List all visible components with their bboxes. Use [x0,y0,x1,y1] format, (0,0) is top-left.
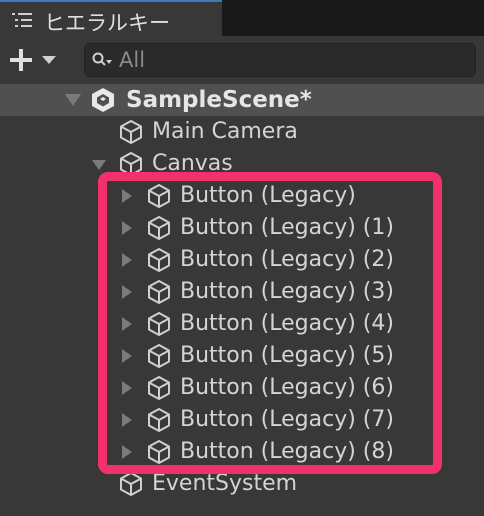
gameobject-cube-icon [148,184,170,208]
tree-item-label: Main Camera [152,119,298,144]
tree-item-button[interactable]: Button (Legacy) (6) [0,372,484,404]
tree-item-button[interactable]: Button (Legacy) (4) [0,308,484,340]
collapsed-arrow-icon[interactable] [120,445,134,459]
collapsed-arrow-icon[interactable] [120,381,134,395]
tree-item-button[interactable]: Button (Legacy) (7) [0,404,484,436]
gameobject-cube-icon [148,312,170,336]
tree-item-main-camera[interactable]: Main Camera [0,116,484,148]
collapsed-arrow-icon[interactable] [120,349,134,363]
tree-item-label: Canvas [152,151,233,176]
tree-item-event-system[interactable]: EventSystem [0,468,484,500]
tree-item-button[interactable]: Button (Legacy) (3) [0,276,484,308]
tree-item-label: Button (Legacy) [180,183,356,208]
hierarchy-toolbar [0,36,484,84]
tree-item-label: Button (Legacy) (6) [180,375,394,400]
gameobject-cube-icon [120,472,142,496]
search-input[interactable] [119,46,459,74]
gameobject-cube-icon [148,248,170,272]
gameobject-cube-icon [120,120,142,144]
tree-item-button[interactable]: Button (Legacy) (1) [0,212,484,244]
hierarchy-tree: SampleScene* Main Camera Canvas Button (… [0,84,484,516]
collapsed-arrow-icon[interactable] [120,317,134,331]
gameobject-cube-icon [120,152,142,176]
tree-item-label: Button (Legacy) (5) [180,343,394,368]
scene-row[interactable]: SampleScene* [0,84,484,116]
plus-dropdown-icon [10,49,56,71]
gameobject-cube-icon [148,440,170,464]
tree-item-button[interactable]: Button (Legacy) (5) [0,340,484,372]
scene-name: SampleScene* [126,87,312,113]
collapsed-arrow-icon[interactable] [120,285,134,299]
tree-item-label: Button (Legacy) (3) [180,279,394,304]
tab-title: ヒエラルキー [44,11,170,35]
tree-item-label: EventSystem [152,471,298,496]
tree-item-button[interactable]: Button (Legacy) (2) [0,244,484,276]
collapsed-arrow-icon[interactable] [120,253,134,267]
hierarchy-list-icon [12,13,32,27]
gameobject-cube-icon [148,408,170,432]
gameobject-cube-icon [148,280,170,304]
collapsed-arrow-icon[interactable] [120,413,134,427]
tab-bar: ヒエラルキー [0,0,484,36]
tree-item-label: Button (Legacy) (1) [180,215,394,240]
tree-item-canvas[interactable]: Canvas [0,148,484,180]
tree-item-label: Button (Legacy) (7) [180,407,394,432]
expanded-arrow-icon[interactable] [64,92,82,108]
tree-item-label: Button (Legacy) (2) [180,247,394,272]
gameobject-cube-icon [148,376,170,400]
unity-scene-icon [92,88,114,112]
tree-item-label: Button (Legacy) (4) [180,311,394,336]
tree-item-label: Button (Legacy) (8) [180,439,394,464]
collapsed-arrow-icon[interactable] [120,189,134,203]
tree-item-button[interactable]: Button (Legacy) [0,180,484,212]
search-filter-icon [92,52,112,66]
expanded-arrow-icon[interactable] [92,158,106,172]
add-object-button[interactable] [8,43,64,77]
tree-item-button[interactable]: Button (Legacy) (8) [0,436,484,468]
search-field[interactable] [84,43,476,77]
collapsed-arrow-icon[interactable] [120,221,134,235]
tab-hierarchy[interactable]: ヒエラルキー [0,0,222,36]
gameobject-cube-icon [148,344,170,368]
gameobject-cube-icon [148,216,170,240]
